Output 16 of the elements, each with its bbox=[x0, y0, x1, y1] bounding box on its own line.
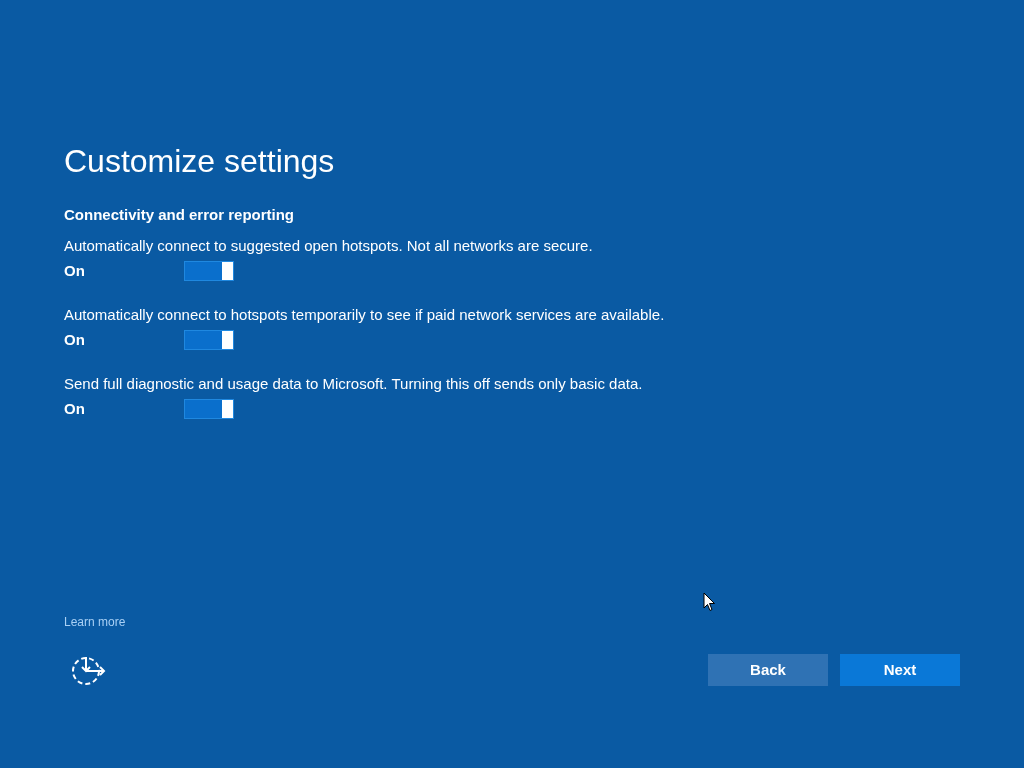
accessibility-icon[interactable] bbox=[70, 654, 106, 686]
next-button[interactable]: Next bbox=[840, 654, 960, 686]
setting-description: Automatically connect to hotspots temporarily to see if paid network services are available. bbox=[64, 305, 666, 325]
toggle-state-label: On bbox=[64, 330, 86, 350]
setting-description: Send full diagnostic and usage data to Microsoft. Turning this off sends only basic data. bbox=[64, 374, 644, 394]
toggle-switch[interactable] bbox=[184, 399, 234, 419]
section-heading: Connectivity and error reporting bbox=[64, 205, 296, 225]
toggle-state-label: On bbox=[64, 261, 86, 281]
toggle-switch[interactable] bbox=[184, 261, 234, 281]
setting-description: Automatically connect to suggested open hotspots. Not all networks are secure. bbox=[64, 236, 594, 256]
mouse-cursor-icon bbox=[703, 592, 716, 612]
toggle-switch[interactable] bbox=[184, 330, 234, 350]
page-title: Customize settings bbox=[64, 142, 336, 180]
learn-more-link[interactable]: Learn more bbox=[64, 614, 126, 630]
back-button[interactable]: Back bbox=[708, 654, 828, 686]
toggle-state-label: On bbox=[64, 399, 86, 419]
